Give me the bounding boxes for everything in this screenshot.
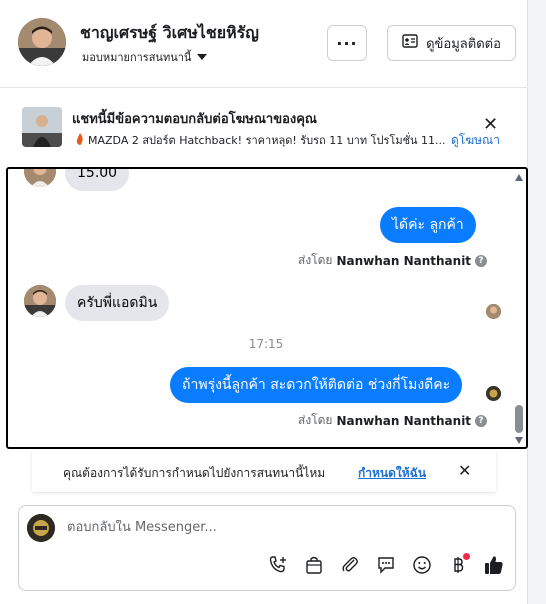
help-icon[interactable]: ?: [475, 414, 488, 427]
assign-to-me-prompt: คุณต้องการได้รับการกำหนดไปยังการสนทนานี้…: [32, 450, 496, 492]
sent-by-label: ส่งโดย Nanwhan Nanthanit ?: [298, 411, 488, 430]
notification-dot: [463, 553, 470, 560]
scroll-up-icon[interactable]: [515, 174, 523, 181]
composer-toolbar: [267, 553, 505, 576]
sender-name: Nanwhan Nanthanit: [336, 253, 472, 268]
sent-by-prefix: ส่งโดย: [298, 253, 333, 267]
scroll-down-icon[interactable]: [515, 437, 523, 444]
message-outgoing: ได้ค่ะ ลูกค้า: [380, 207, 476, 243]
assign-label: มอบหมายการสนทนานี้: [82, 51, 192, 64]
read-receipt-avatar: [486, 304, 501, 319]
view-contact-label: ดูข้อมูลติดต่อ: [426, 36, 501, 52]
thread-scrollbar[interactable]: [512, 169, 526, 447]
page-scrollbar[interactable]: [528, 0, 546, 604]
message-incoming: ครับพี่แอดมิน: [65, 285, 170, 321]
ad-thumbnail[interactable]: [22, 107, 62, 147]
message-outgoing: ถ้าพรุ่งนี้ลูกค้า สะดวกให้ติดต่อ ช่วงกี่…: [170, 367, 463, 403]
emoji-icon[interactable]: [411, 554, 433, 576]
reply-input[interactable]: [67, 520, 467, 535]
ad-reply-banner: แชทนี้มีข้อความตอบกลับต่อโฆษณาของคุณ MAZ…: [0, 89, 528, 161]
thumbs-up-icon[interactable]: [483, 554, 505, 576]
assign-prompt-text: คุณต้องการได้รับการกำหนดไปยังการสนทนานี้…: [63, 466, 326, 480]
message-composer: [18, 505, 516, 591]
page-avatar: [27, 514, 55, 542]
contact-avatar-small: [24, 169, 56, 187]
bag-icon[interactable]: [303, 554, 325, 576]
sent-by-prefix: ส่งโดย: [298, 413, 333, 427]
contact-avatar[interactable]: [18, 18, 66, 66]
message-timestamp: 17:15: [248, 337, 284, 351]
assign-to-me-link[interactable]: กำหนดให้ฉัน: [358, 464, 426, 483]
contact-avatar-small: [24, 285, 56, 317]
contact-card-icon: [402, 34, 418, 52]
baht-icon[interactable]: [447, 553, 470, 576]
scrollbar-thumb[interactable]: [515, 405, 523, 433]
close-icon[interactable]: ✕: [458, 461, 471, 480]
ad-banner-title: แชทนี้มีข้อความตอบกลับต่อโฆษณาของคุณ: [72, 112, 317, 127]
conversation-panel: ชาญเศรษฐ์ วิเศษไชยหิรัญ มอบหมายการสนทนาน…: [0, 0, 528, 604]
close-icon[interactable]: ✕: [483, 116, 498, 134]
contact-name: ชาญเศรษฐ์ วิเศษไชยหิรัญ: [80, 23, 259, 42]
sender-name: Nanwhan Nanthanit: [336, 413, 472, 428]
read-receipt-avatar: [486, 386, 501, 401]
view-contact-button[interactable]: ดูข้อมูลติดต่อ: [387, 25, 516, 61]
ad-description-text: MAZDA 2 สปอร์ต Hatchback! ราคาหลุด! รับร…: [88, 134, 446, 147]
message-thread[interactable]: 15.00 ได้ค่ะ ลูกค้า ส่งโดย Nanwhan Nanth…: [6, 167, 528, 449]
ad-description: MAZDA 2 สปอร์ต Hatchback! ราคาหลุด! รับร…: [76, 131, 446, 149]
chat-bubble-icon[interactable]: [375, 554, 397, 576]
message-incoming: 15.00: [65, 169, 130, 191]
sent-by-label: ส่งโดย Nanwhan Nanthanit ?: [298, 251, 488, 270]
caret-down-icon: [197, 54, 208, 60]
conversation-header: ชาญเศรษฐ์ วิเศษไชยหิรัญ มอบหมายการสนทนาน…: [0, 0, 528, 88]
assign-conversation-dropdown[interactable]: มอบหมายการสนทนานี้: [82, 48, 208, 66]
help-icon[interactable]: ?: [475, 254, 488, 267]
more-icon: ···: [336, 33, 358, 53]
paperclip-icon[interactable]: [339, 554, 361, 576]
phone-add-icon[interactable]: [267, 554, 289, 576]
more-options-button[interactable]: ···: [327, 25, 367, 61]
fire-icon: [76, 132, 84, 148]
